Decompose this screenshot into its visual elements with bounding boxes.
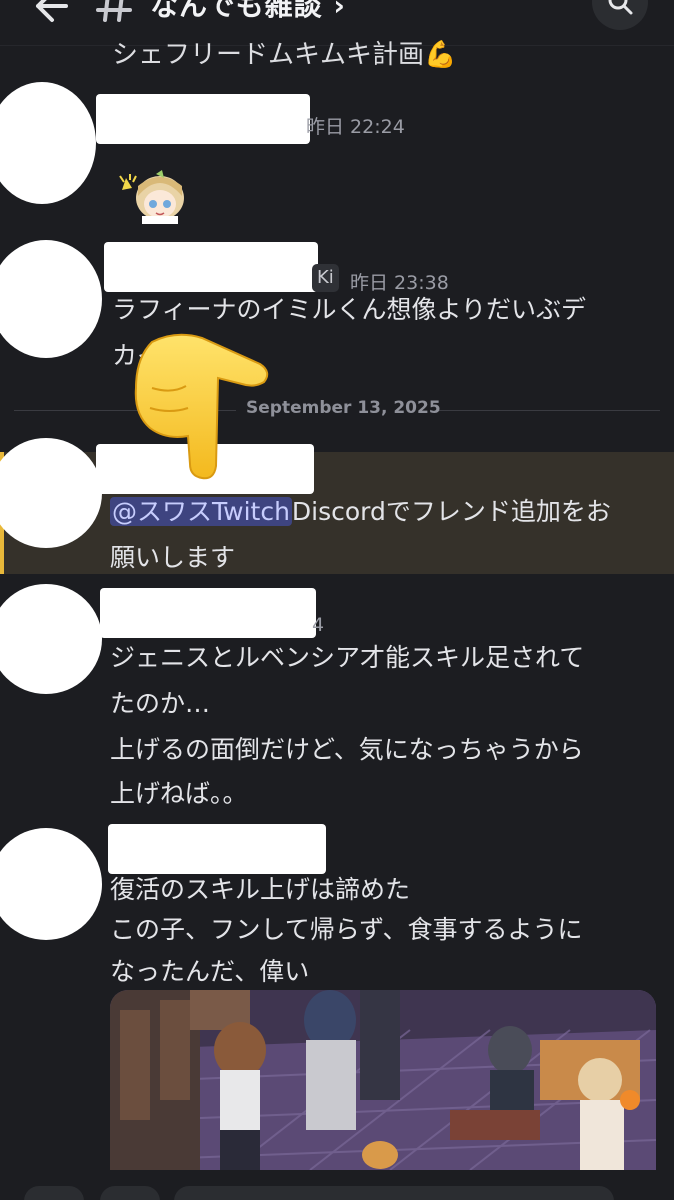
- message-text: 上げねば。。: [110, 779, 248, 808]
- bottom-button[interactable]: [24, 1186, 84, 1200]
- message-text: ジェニスとルベンシア才能スキル足されて: [110, 643, 585, 672]
- bottom-button[interactable]: [100, 1186, 160, 1200]
- avatar[interactable]: [0, 828, 102, 940]
- previous-message-text: シェフリードムキムキ計画💪: [112, 40, 457, 70]
- user-mention[interactable]: @スワスTwitch: [110, 497, 292, 526]
- avatar[interactable]: [0, 584, 102, 694]
- message-text: 上げるの面倒だけど、気になっちゃうから: [110, 735, 584, 764]
- message-text: たのか…: [110, 689, 211, 718]
- redacted-username[interactable]: [104, 242, 318, 292]
- search-icon: [608, 0, 633, 15]
- message-timestamp: 4: [312, 614, 325, 636]
- message-text: 願いします: [110, 543, 236, 572]
- hash-icon: [95, 0, 135, 22]
- sticker-chibi-girl[interactable]: [116, 168, 194, 224]
- message-text: この子、フンして帰らず、食事するように: [110, 915, 583, 944]
- search-button[interactable]: [592, 0, 648, 30]
- avatar[interactable]: [0, 82, 96, 204]
- message-text-after-mention: Discordでフレンド追加をお: [291, 497, 611, 526]
- date-divider: September 13, 2025: [246, 398, 441, 418]
- redacted-username[interactable]: [100, 588, 316, 638]
- game-screenshot-image[interactable]: [110, 990, 656, 1170]
- message-text: ラフィーナのイミルくん想像よりだいぶデ: [112, 295, 587, 324]
- redacted-username[interactable]: [96, 94, 310, 144]
- channel-name[interactable]: なんでも雑談 ›: [150, 0, 346, 24]
- pointing-hand-emoji: [132, 328, 274, 482]
- message-text: なったんだ、偉い: [110, 957, 310, 986]
- message-input[interactable]: [174, 1186, 614, 1200]
- message-timestamp: 昨日 22:24: [306, 116, 405, 138]
- message-text: @スワスTwitchDiscordでフレンド追加をお: [110, 488, 611, 536]
- date-divider-line: [438, 410, 660, 411]
- avatar[interactable]: [0, 240, 102, 358]
- arrow-left-icon[interactable]: [28, 0, 68, 24]
